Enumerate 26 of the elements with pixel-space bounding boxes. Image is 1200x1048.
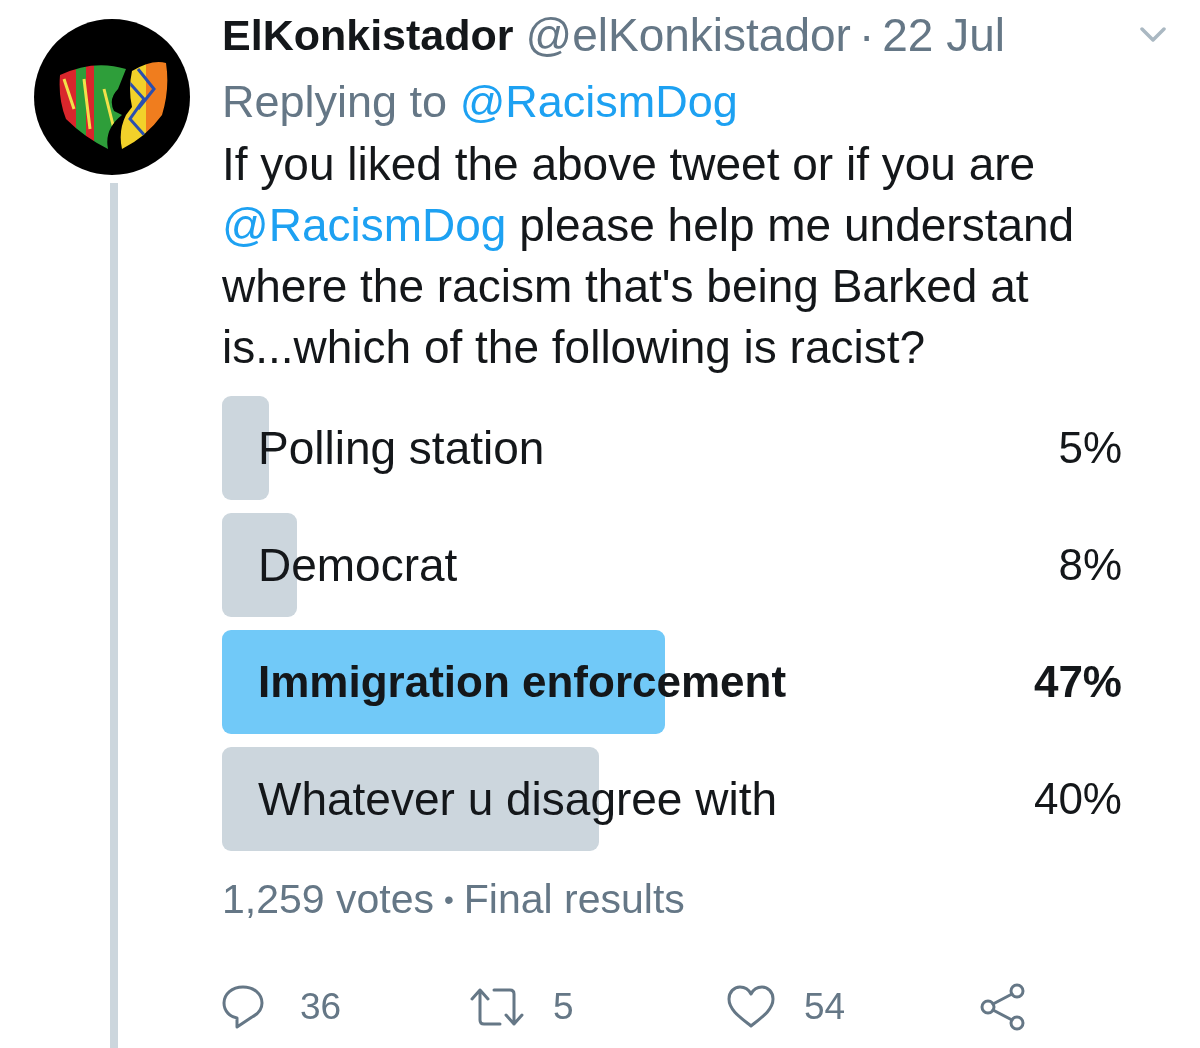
share-icon: [980, 982, 1026, 1031]
tweet-date[interactable]: 22 Jul: [882, 0, 1005, 70]
speech-bubble-icon: [222, 984, 264, 1029]
poll-option-label: Whatever u disagree with: [258, 771, 778, 827]
poll-percentage: 40%: [1033, 773, 1122, 825]
poll-percentage: 47%: [1033, 656, 1122, 708]
tweet-text: If you liked the above tweet or if you are @RacismDog please help me understand where the racism that's being Barked at is...which of the following is racist?: [222, 137, 1076, 375]
poll-percentage: 5%: [1058, 422, 1122, 474]
reply-button[interactable]: 36: [222, 979, 342, 1035]
display-name[interactable]: ElKonkistador: [222, 0, 514, 70]
retweet-button[interactable]: 5: [470, 979, 574, 1035]
vote-count: 1,259 votes: [222, 875, 434, 925]
poll-status: Final results: [463, 875, 685, 925]
like-button[interactable]: 54: [727, 979, 846, 1035]
user-handle[interactable]: @elKonkistador: [525, 0, 851, 70]
poll-percentage: 8%: [1058, 539, 1122, 591]
poll-option-label: Democrat: [258, 537, 458, 593]
retweet-icon: [470, 986, 524, 1027]
separator: •: [444, 883, 454, 917]
replying-to-text: Replying to @RacismDog: [222, 75, 738, 129]
share-button[interactable]: [980, 982, 1026, 1031]
poll-option-label: Polling station: [258, 420, 545, 476]
separator: ·: [858, 8, 875, 63]
heart-icon: [727, 984, 775, 1029]
mention-link[interactable]: @RacismDog: [222, 199, 507, 251]
mention-link[interactable]: @RacismDog: [459, 76, 738, 127]
